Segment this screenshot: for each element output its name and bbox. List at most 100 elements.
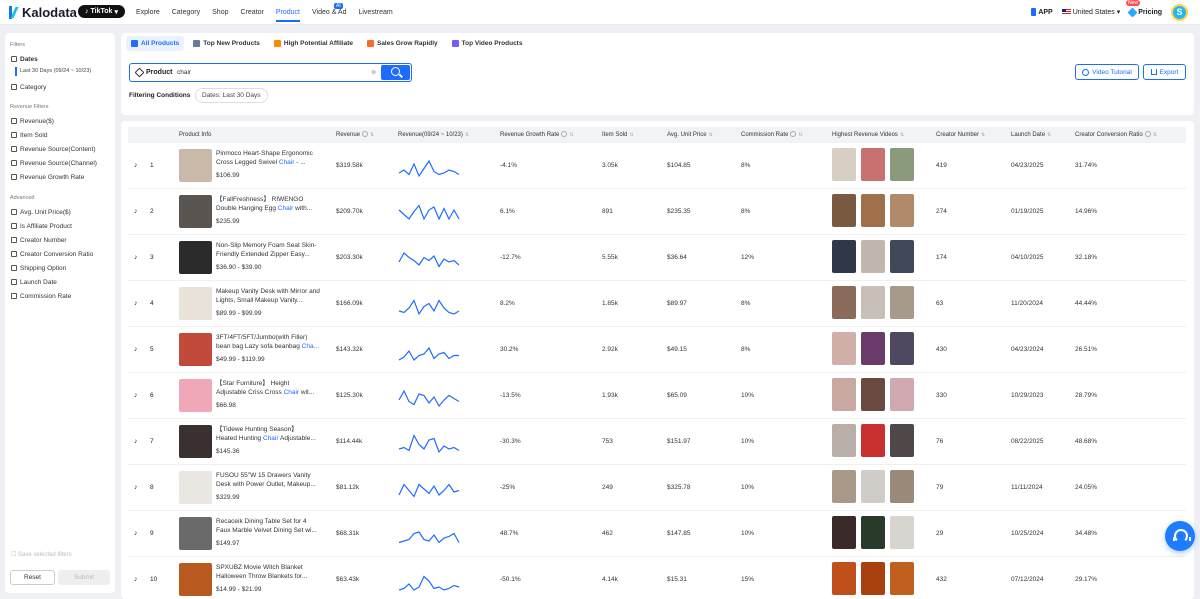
- sidebar-item-item-sold[interactable]: Item Sold: [5, 128, 47, 142]
- video-thumbnail[interactable]: [890, 240, 914, 273]
- sidebar-item-revenue-[interactable]: Revenue($): [5, 114, 54, 128]
- product-thumbnail[interactable]: [179, 425, 212, 458]
- video-thumbnail[interactable]: [890, 562, 914, 595]
- video-thumbnail[interactable]: [890, 470, 914, 503]
- nav-link-shop[interactable]: Shop: [212, 0, 228, 24]
- column-header-item-sold[interactable]: Item Sold ⇅: [602, 127, 634, 143]
- product-name[interactable]: 3FT/4FT/5FT/Jumbo(with Filler) bean bag …: [216, 333, 320, 352]
- sort-icon[interactable]: ⇅: [370, 127, 374, 143]
- save-filters-link[interactable]: ☐ Save selected filters: [11, 551, 72, 558]
- video-thumbnail[interactable]: [832, 332, 856, 365]
- video-thumbnail[interactable]: [832, 562, 856, 595]
- sidebar-item-avg-unit-price-[interactable]: Avg. Unit Price($): [5, 205, 71, 219]
- product-thumbnail[interactable]: [179, 333, 212, 366]
- product-name[interactable]: SPXUBZ Movie Witch Blanket Halloween Thr…: [216, 563, 320, 582]
- product-thumbnail[interactable]: [179, 195, 212, 228]
- tab-all-products[interactable]: All Products: [126, 36, 185, 51]
- product-search[interactable]: Product chair ⊗: [129, 63, 412, 82]
- video-thumbnail[interactable]: [890, 516, 914, 549]
- table-row[interactable]: ♪ 8 FUSOU 55"W 15 Drawers Vanity Desk with…: [128, 465, 1186, 511]
- video-thumbnail[interactable]: [861, 148, 885, 181]
- sidebar-item-shipping-option[interactable]: Shipping Option: [5, 261, 66, 275]
- video-thumbnail[interactable]: [832, 470, 856, 503]
- product-thumbnail[interactable]: [179, 287, 212, 320]
- column-header-revenue[interactable]: Revenue ⇅: [336, 127, 374, 143]
- column-header-creator-number[interactable]: Creator Number ⇅: [936, 127, 985, 143]
- video-thumbnail[interactable]: [861, 516, 885, 549]
- sidebar-item-revenue-source-content-[interactable]: Revenue Source(Content): [5, 142, 96, 156]
- video-thumbnail[interactable]: [861, 470, 885, 503]
- product-name[interactable]: 【Star Furniture】 Height Adjustable Criss…: [216, 379, 320, 398]
- video-thumbnail[interactable]: [832, 516, 856, 549]
- tab-top-video-products[interactable]: Top Video Products: [447, 36, 528, 51]
- product-name[interactable]: 【FallFreshness】 RIWENGO Double Hanging E…: [216, 195, 320, 214]
- video-thumbnail[interactable]: [832, 148, 856, 181]
- product-name[interactable]: Non-Slip Memory Foam Seat Skin-Friendly …: [216, 241, 320, 260]
- video-thumbnail[interactable]: [861, 240, 885, 273]
- table-row[interactable]: ♪ 4 Makeup Vanity Desk with Mirror and Lig…: [128, 281, 1186, 327]
- sort-icon[interactable]: ⇅: [569, 127, 573, 143]
- product-thumbnail[interactable]: [179, 379, 212, 412]
- sidebar-item-creator-number[interactable]: Creator Number: [5, 233, 67, 247]
- product-name[interactable]: 【Tidewe Hunting Season】 Heated Hunting C…: [216, 425, 320, 444]
- column-header-highest-revenue-videos[interactable]: Highest Revenue Videos ⇅: [832, 127, 904, 143]
- column-header-revenue-[interactable]: Revenue(09/24 ~ 10/23) ⇅: [398, 127, 469, 143]
- clear-search-icon[interactable]: ⊗: [371, 69, 381, 76]
- video-thumbnail[interactable]: [861, 424, 885, 457]
- product-thumbnail[interactable]: [179, 563, 212, 596]
- product-thumbnail[interactable]: [179, 517, 212, 550]
- table-row[interactable]: ♪ 3 Non-Slip Memory Foam Seat Skin-Friendl…: [128, 235, 1186, 281]
- filter-chip-dates[interactable]: Dates: Last 30 Days: [195, 88, 268, 103]
- submit-button[interactable]: Submit: [58, 570, 110, 585]
- pricing-link[interactable]: Pricing: [1127, 7, 1162, 17]
- video-thumbnail[interactable]: [832, 286, 856, 319]
- video-thumbnail[interactable]: [861, 194, 885, 227]
- column-header-launch-date[interactable]: Launch Date ⇅: [1011, 127, 1051, 143]
- table-row[interactable]: ♪ 6 【Star Furniture】 Height Adjustable Cri…: [128, 373, 1186, 419]
- customer-support-button[interactable]: [1165, 521, 1195, 551]
- video-thumbnail[interactable]: [890, 194, 914, 227]
- search-button[interactable]: [381, 65, 410, 80]
- column-header-avg-unit-price[interactable]: Avg. Unit Price ⇅: [667, 127, 713, 143]
- kalodata-logo[interactable]: Kalodata: [8, 5, 77, 20]
- product-name[interactable]: Makeup Vanity Desk with Mirror and Light…: [216, 287, 320, 306]
- video-thumbnail[interactable]: [890, 332, 914, 365]
- export-button[interactable]: Export: [1143, 64, 1186, 80]
- sidebar-item-revenue-source-channel-[interactable]: Revenue Source(Channel): [5, 156, 97, 170]
- product-thumbnail[interactable]: [179, 241, 212, 274]
- nav-link-livestream[interactable]: Livestream: [358, 0, 392, 24]
- sidebar-item-is-affiliate-product[interactable]: Is Affiliate Product: [5, 219, 72, 233]
- sort-icon[interactable]: ⇅: [1047, 127, 1051, 143]
- table-row[interactable]: ♪ 1 Pinmoco Heart-Shape Ergonomic Cross Le…: [128, 143, 1186, 189]
- nav-link-category[interactable]: Category: [172, 0, 200, 24]
- search-input[interactable]: chair: [177, 69, 371, 76]
- sidebar-item-launch-date[interactable]: Launch Date: [5, 275, 57, 289]
- product-name[interactable]: Pinmoco Heart-Shape Ergonomic Cross Legg…: [216, 149, 320, 168]
- category-filter[interactable]: Category: [5, 80, 46, 94]
- product-name[interactable]: FUSOU 55"W 15 Drawers Vanity Desk with P…: [216, 471, 320, 490]
- table-row[interactable]: ♪ 10 SPXUBZ Movie Witch Blanket Halloween …: [128, 557, 1186, 599]
- product-name[interactable]: Recaceik Dining Table Set for 4 Faux Mar…: [216, 517, 320, 536]
- tab-sales-grow-rapidly[interactable]: Sales Grow Rapidly: [362, 36, 443, 51]
- video-thumbnail[interactable]: [832, 424, 856, 457]
- sidebar-item-commission-rate[interactable]: Commission Rate: [5, 289, 71, 303]
- video-thumbnail[interactable]: [861, 562, 885, 595]
- video-thumbnail[interactable]: [861, 378, 885, 411]
- tab-high-potential-affiliate[interactable]: High Potential Affiliate: [269, 36, 358, 51]
- video-thumbnail[interactable]: [861, 332, 885, 365]
- search-type-label[interactable]: Product: [130, 67, 177, 78]
- region-selector[interactable]: United States ▾: [1061, 8, 1120, 16]
- product-thumbnail[interactable]: [179, 149, 212, 182]
- video-thumbnail[interactable]: [832, 378, 856, 411]
- table-row[interactable]: ♪ 5 3FT/4FT/5FT/Jumbo(with Filler) bean ba…: [128, 327, 1186, 373]
- sidebar-item-creator-conversion-ratio[interactable]: Creator Conversion Ratio: [5, 247, 93, 261]
- dates-value[interactable]: Last 30 Days (09/24 ~ 10/23): [15, 67, 91, 76]
- sort-icon[interactable]: ⇅: [465, 127, 469, 143]
- sort-icon[interactable]: ⇅: [1153, 127, 1157, 143]
- nav-link-explore[interactable]: Explore: [136, 0, 160, 24]
- video-thumbnail[interactable]: [890, 148, 914, 181]
- nav-link-product[interactable]: Product: [275, 0, 301, 24]
- video-tutorial-button[interactable]: Video Tutorial: [1075, 64, 1139, 80]
- user-avatar[interactable]: S: [1171, 3, 1188, 21]
- sort-icon[interactable]: ⇅: [629, 127, 633, 143]
